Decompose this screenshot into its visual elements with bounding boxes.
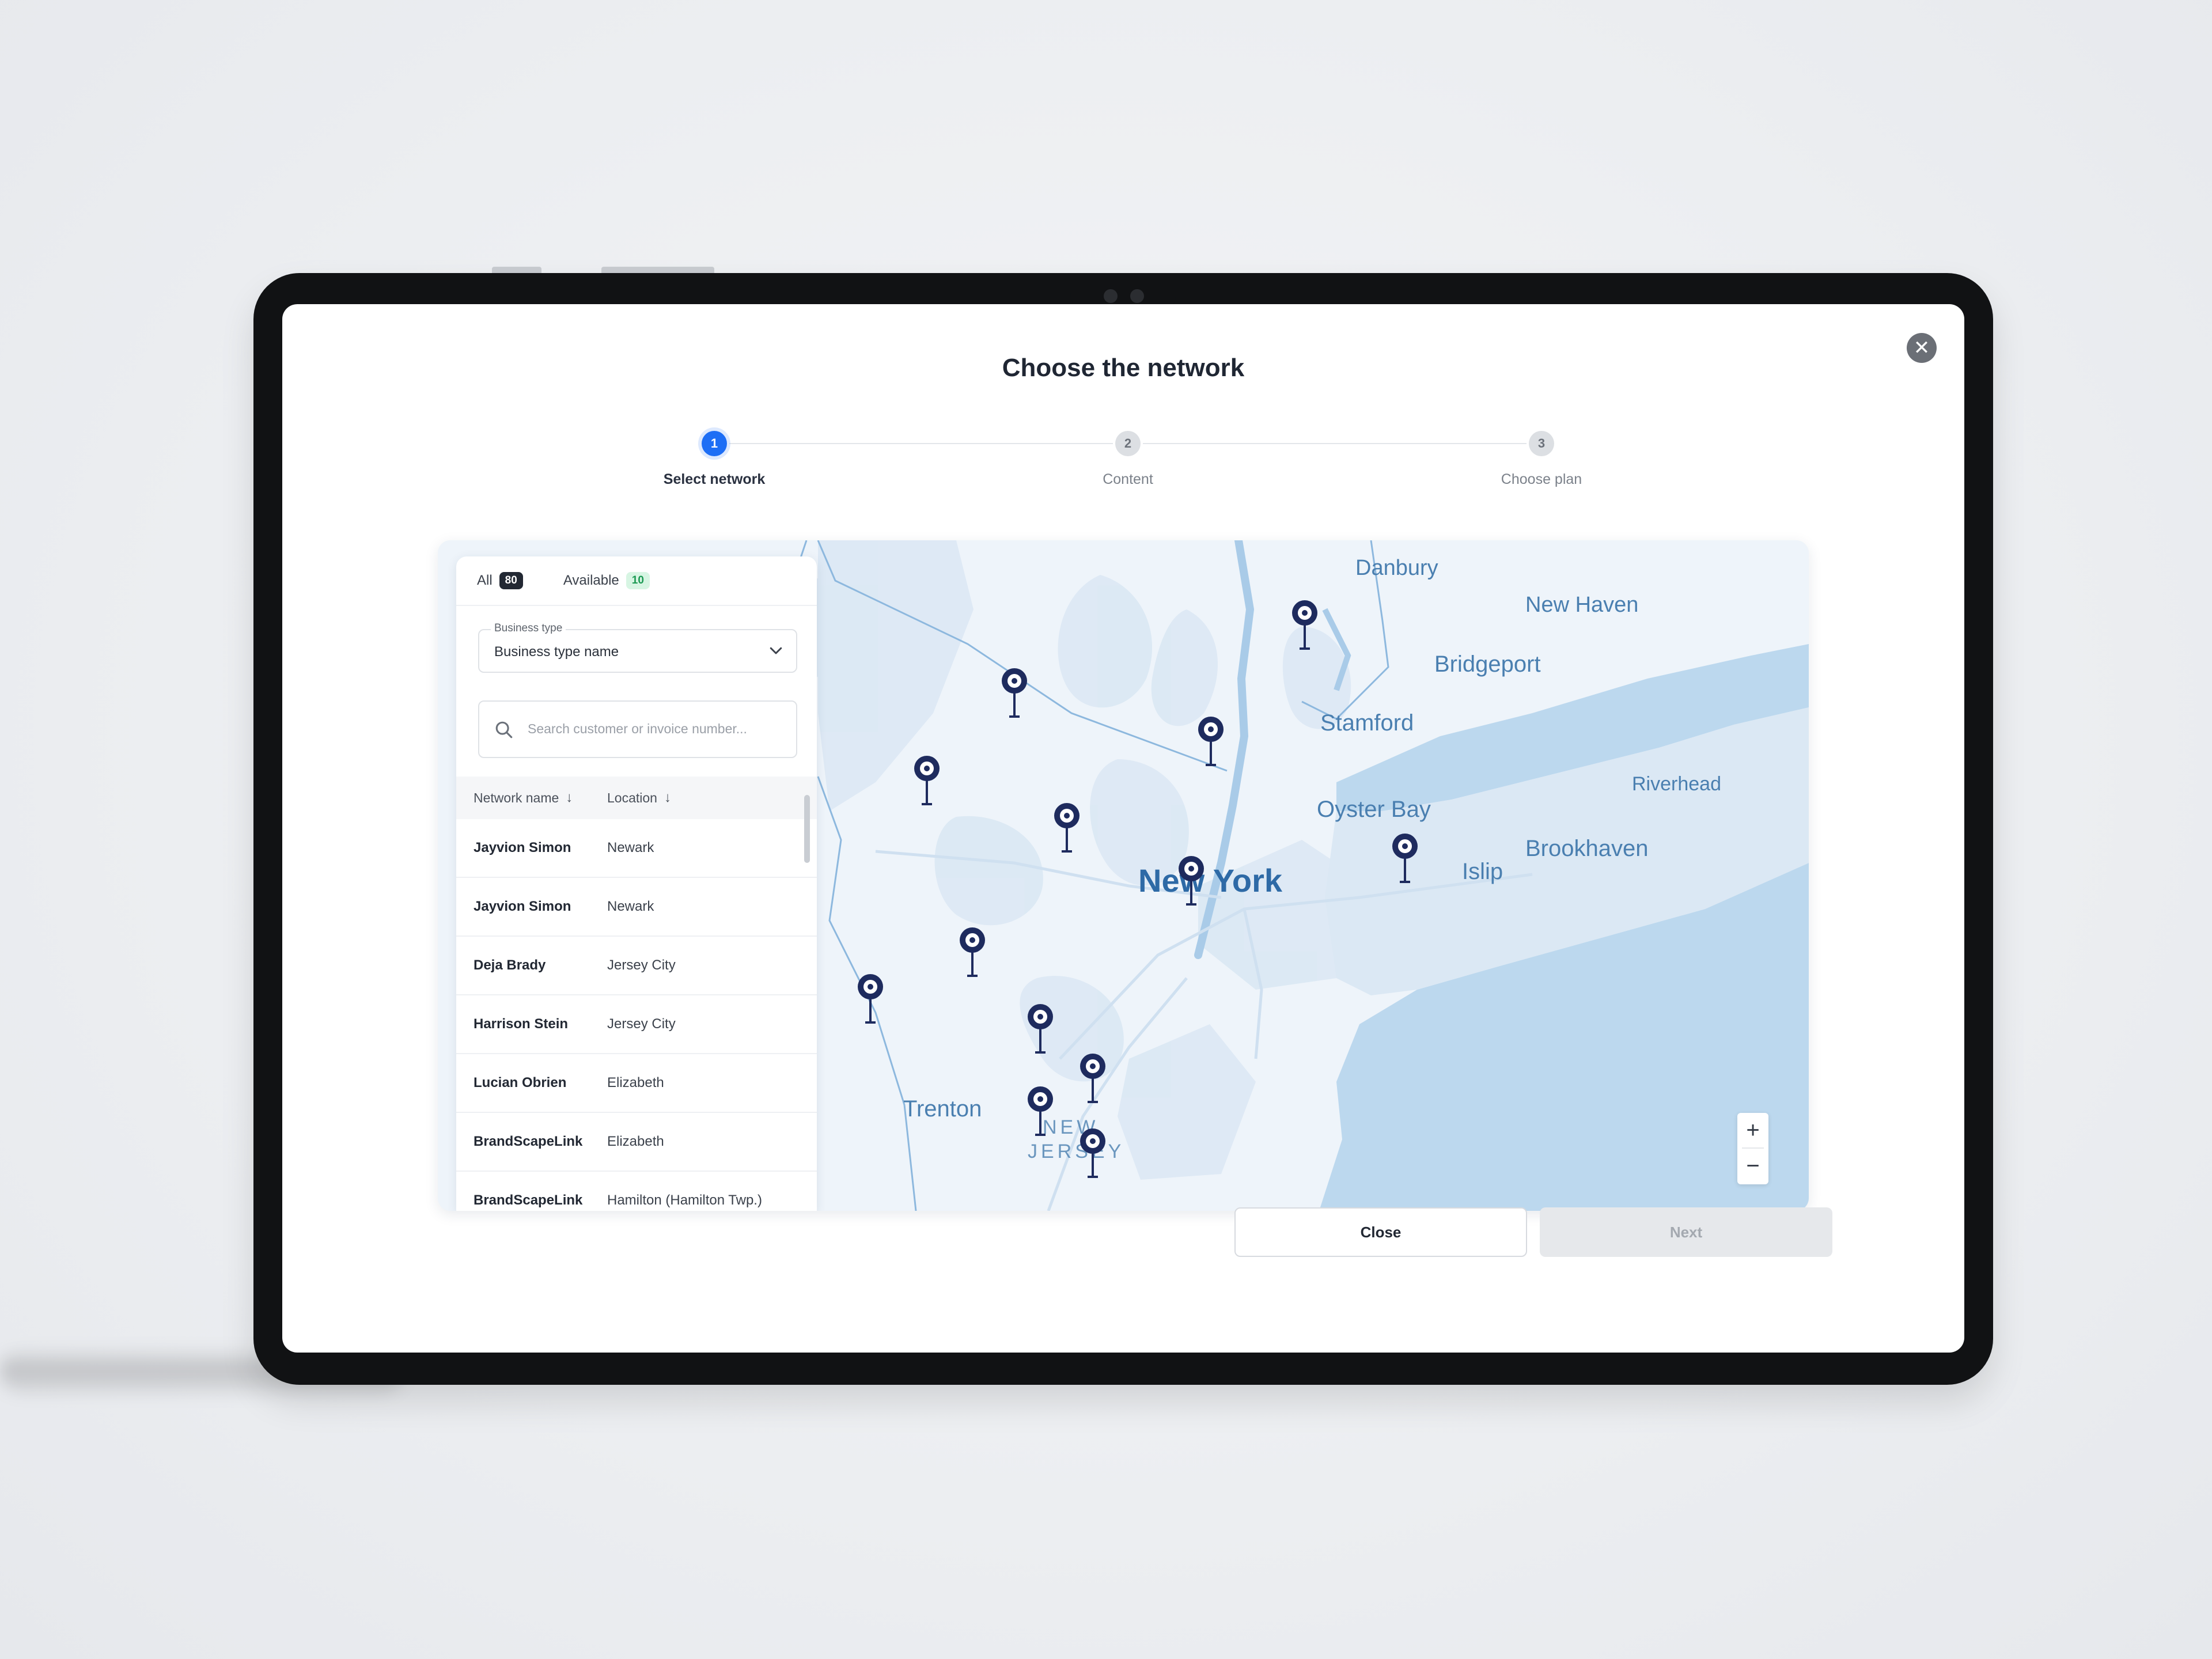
tab-available[interactable]: Available 10 — [563, 572, 650, 589]
count-badge: 10 — [626, 572, 650, 589]
zoom-control: + − — [1737, 1113, 1768, 1184]
search-input[interactable] — [527, 717, 782, 741]
map-label-brookhaven: Brookhaven — [1525, 836, 1648, 861]
table-row[interactable]: Deja Brady Jersey City — [456, 937, 817, 995]
step-number: 1 — [702, 431, 727, 456]
step-select-network[interactable]: 1 Select network — [628, 431, 801, 488]
location-cell: Newark — [607, 899, 654, 914]
table-row[interactable]: Harrison Stein Jersey City — [456, 995, 817, 1054]
network-name-cell: Lucian Obrien — [474, 1075, 567, 1090]
tab-all[interactable]: All 80 — [477, 572, 523, 589]
map-label-trenton: Trenton — [903, 1096, 982, 1122]
table-row[interactable]: BrandScapeLink Hamilton (Hamilton Twp.) — [456, 1172, 817, 1211]
column-location[interactable]: Location ↓ — [607, 790, 671, 806]
network-name-cell: Jayvion Simon — [474, 840, 571, 855]
map-label-riverhead: Riverhead — [1632, 773, 1721, 795]
location-cell: Newark — [607, 840, 654, 855]
step-label: Content — [1103, 471, 1153, 487]
zoom-out-button[interactable]: − — [1737, 1149, 1768, 1183]
camera-lens — [1104, 289, 1118, 303]
modal-window: Choose the network ✕ 1 Select network 2 … — [282, 304, 1964, 1353]
map-label-danbury: Danbury — [1355, 556, 1438, 580]
network-list-panel: All 80 Available 10 Business type Busine… — [456, 556, 817, 1211]
map-label-jersey: JERSEY — [1028, 1141, 1124, 1162]
search-icon — [495, 721, 513, 738]
tab-label: Available — [563, 573, 619, 588]
modal-title: Choose the network — [1002, 354, 1245, 382]
search-box — [478, 700, 797, 758]
map-label-stamford: Stamford — [1320, 710, 1414, 736]
map-label-bridgeport: Bridgeport — [1434, 652, 1541, 677]
map-label-new-york: New York — [1138, 862, 1283, 899]
network-name-cell: Jayvion Simon — [474, 899, 571, 914]
location-cell: Hamilton (Hamilton Twp.) — [607, 1192, 762, 1208]
business-type-select[interactable]: Business type Business type name — [478, 622, 797, 673]
location-cell: Elizabeth — [607, 1134, 664, 1149]
network-name-cell: BrandScapeLink — [474, 1134, 583, 1149]
step-number: 3 — [1529, 431, 1554, 456]
table-row[interactable]: Lucian Obrien Elizabeth — [456, 1054, 817, 1113]
column-network-name[interactable]: Network name ↓ — [456, 790, 607, 806]
stepper: 1 Select network 2 Content 3 Choose plan — [282, 431, 1964, 500]
table-row[interactable]: Jayvion Simon Newark — [456, 819, 817, 878]
close-icon[interactable]: ✕ — [1907, 333, 1937, 363]
map-label-oyster-bay: Oyster Bay — [1317, 797, 1431, 822]
chevron-down-icon — [770, 647, 782, 654]
count-badge: 80 — [499, 572, 523, 589]
business-type-value: Business type name — [494, 644, 619, 660]
step-number: 2 — [1115, 431, 1141, 456]
map-label-islip: Islip — [1462, 859, 1503, 884]
step-choose-plan[interactable]: 3 Choose plan — [1455, 431, 1628, 488]
list-scrollbar[interactable] — [804, 795, 810, 863]
location-cell: Elizabeth — [607, 1075, 664, 1090]
location-cell: Jersey City — [607, 1016, 676, 1032]
network-name-cell: Deja Brady — [474, 957, 546, 973]
map-label-new-haven: New Haven — [1525, 593, 1638, 617]
table-body: Jayvion Simon Newark Jayvion Simon Newar… — [456, 819, 817, 1211]
next-button[interactable]: Next — [1540, 1207, 1832, 1257]
network-name-cell: BrandScapeLink — [474, 1192, 583, 1208]
zoom-in-button[interactable]: + — [1737, 1113, 1768, 1147]
tab-label: All — [477, 573, 493, 588]
map-view[interactable]: Danbury New Haven Bridgeport Stamford Ri… — [438, 540, 1809, 1211]
business-type-label: Business type — [491, 622, 566, 635]
location-cell: Jersey City — [607, 957, 676, 973]
table-header: Network name ↓ Location ↓ — [456, 777, 817, 819]
table-row[interactable]: BrandScapeLink Elizabeth — [456, 1113, 817, 1172]
network-name-cell: Harrison Stein — [474, 1016, 569, 1032]
sort-arrow-icon: ↓ — [566, 790, 573, 805]
step-content[interactable]: 2 Content — [1041, 431, 1214, 488]
tablet-frame: Choose the network ✕ 1 Select network 2 … — [253, 273, 1993, 1385]
step-label: Select network — [663, 471, 766, 487]
close-button[interactable]: Close — [1234, 1207, 1527, 1257]
sort-arrow-icon: ↓ — [664, 790, 671, 805]
camera-lens — [1130, 289, 1144, 303]
table-row[interactable]: Jayvion Simon Newark — [456, 878, 817, 937]
filter-tabs: All 80 Available 10 — [456, 556, 817, 606]
step-label: Choose plan — [1501, 471, 1582, 487]
